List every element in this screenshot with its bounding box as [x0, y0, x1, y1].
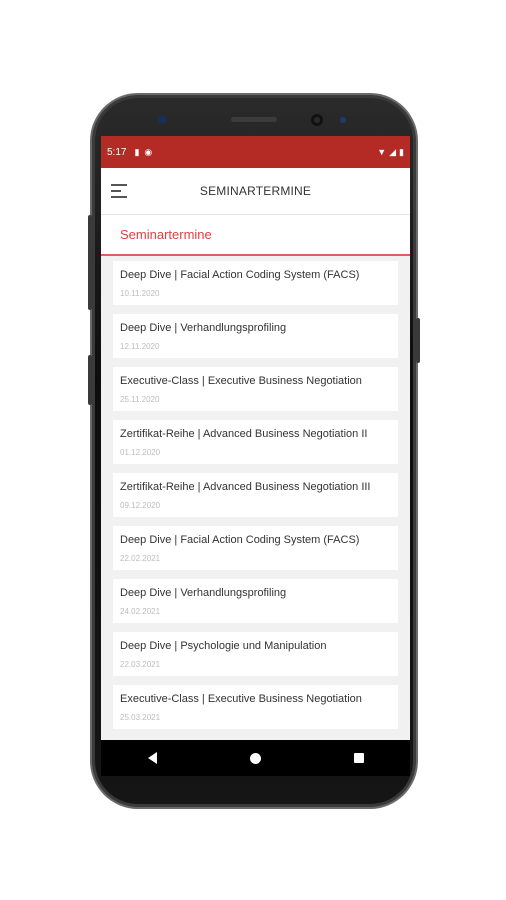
- list-item[interactable]: Deep Dive | Facial Action Coding System …: [113, 526, 398, 570]
- event-date: 25.03.2021: [120, 713, 161, 722]
- status-bar: 5:17 ▮ ◉ ▼ ◢ ▮: [101, 136, 410, 168]
- list-item[interactable]: Zertifikat-Reihe | Advanced Business Neg…: [113, 420, 398, 464]
- event-date: 12.11.2020: [120, 342, 160, 351]
- event-date: 25.11.2020: [120, 395, 160, 404]
- volume-button: [88, 215, 92, 310]
- event-title: Executive-Class | Executive Business Neg…: [120, 693, 362, 705]
- event-title: Deep Dive | Facial Action Coding System …: [120, 534, 360, 546]
- signal-icon: ◢: [389, 146, 397, 157]
- recent-apps-icon[interactable]: [353, 753, 364, 763]
- system-navigation-bar: [101, 740, 410, 776]
- list-item[interactable]: Zertifikat-Reihe | Advanced Business Neg…: [113, 473, 398, 517]
- power-button: [416, 318, 420, 363]
- event-title: Zertifikat-Reihe | Advanced Business Neg…: [120, 428, 368, 440]
- battery-icon: ▮: [399, 146, 404, 157]
- list-item[interactable]: Deep Dive | Verhandlungsprofiling 24.02.2…: [113, 579, 398, 623]
- event-date: 22.03.2021: [120, 660, 161, 669]
- event-title: Zertifikat-Reihe | Advanced Business Neg…: [120, 481, 371, 493]
- list-item[interactable]: Deep Dive | Verhandlungsprofiling 12.11.2…: [113, 314, 398, 358]
- proximity-sensor: [340, 117, 346, 123]
- back-icon[interactable]: [147, 752, 157, 764]
- front-camera: [311, 114, 323, 126]
- hamburger-menu-icon[interactable]: [111, 184, 127, 198]
- event-date: 01.12.2020: [120, 448, 161, 457]
- list-item[interactable]: Deep Dive | Psychologie und Manipulation…: [113, 632, 398, 676]
- app-bar: SEMINARTERMINE: [101, 168, 410, 214]
- event-title: Deep Dive | Verhandlungsprofiling: [120, 587, 287, 599]
- event-date: 10.11.2020: [120, 289, 160, 298]
- cast-icon: ◉: [144, 146, 153, 157]
- home-icon[interactable]: [249, 752, 261, 764]
- app-screen: 5:17 ▮ ◉ ▼ ◢ ▮ SEMINARTERMINE Seminarter…: [101, 136, 410, 776]
- sim-card-icon: ▮: [134, 146, 140, 157]
- list-item[interactable]: Executive-Class | Executive Business Neg…: [113, 367, 398, 411]
- bixby-button: [88, 355, 92, 405]
- event-title: Executive-Class | Executive Business Neg…: [120, 375, 362, 387]
- status-time: 5:17: [107, 146, 127, 158]
- event-title: Deep Dive | Facial Action Coding System …: [120, 269, 360, 281]
- event-title: Deep Dive | Psychologie und Manipulation: [120, 640, 327, 652]
- wifi-icon: ▼: [377, 146, 387, 157]
- earpiece-speaker: [231, 117, 277, 122]
- event-date: 09.12.2020: [120, 501, 161, 510]
- iris-sensor: [158, 115, 167, 124]
- event-title: Deep Dive | Verhandlungsprofiling: [120, 322, 287, 334]
- event-list: Deep Dive | Facial Action Coding System …: [101, 256, 410, 729]
- list-item[interactable]: Deep Dive | Facial Action Coding System …: [113, 261, 398, 305]
- page-title: SEMINARTERMINE: [199, 184, 312, 198]
- event-date: 22.02.2021: [120, 554, 161, 563]
- section-title: Seminartermine: [101, 214, 410, 256]
- list-item[interactable]: Executive-Class | Executive Business Neg…: [113, 685, 398, 729]
- event-date: 24.02.2021: [120, 607, 161, 616]
